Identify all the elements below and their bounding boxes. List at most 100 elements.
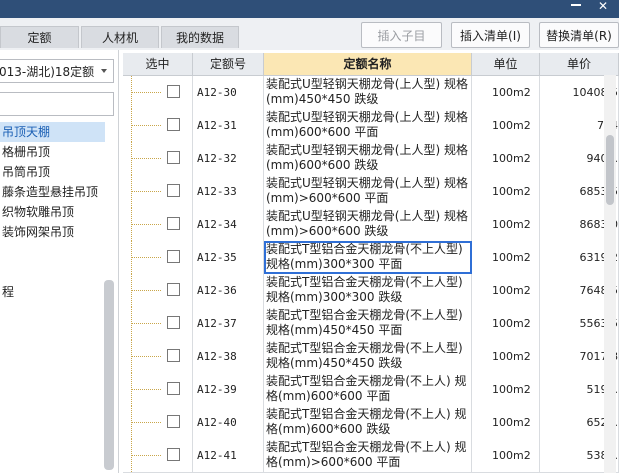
header-name[interactable]: 定额名称	[264, 53, 472, 75]
insert-list-button[interactable]: 插入清单(I)	[451, 22, 530, 48]
left-panel: 013-湖北)18定额 吊顶天棚 格栅吊顶 吊筒吊顶 藤条造型悬挂吊顶 织物软雕…	[0, 50, 119, 473]
tab-my-data[interactable]: 我的数据	[161, 26, 239, 48]
select-cell	[123, 406, 193, 439]
quota-name[interactable]: 装配式T型铝合金天棚龙骨(不上人型) 规格(mm)450*450 平面	[264, 307, 472, 340]
row-checkbox[interactable]	[167, 448, 180, 461]
tree-connector	[131, 224, 161, 225]
quota-code: A12-39	[193, 373, 264, 406]
quota-unit: 100m2	[472, 109, 540, 142]
quota-code: A12-31	[193, 109, 264, 142]
tree-item-blank-1	[0, 242, 105, 262]
tree-item-net-frame-ceiling[interactable]: 装饰网架吊顶	[0, 222, 105, 242]
table-row[interactable]: A12-37 装配式T型铝合金天棚龙骨(不上人型) 规格(mm)450*450 平…	[123, 307, 619, 341]
search-input[interactable]	[0, 92, 114, 116]
quota-code: A12-40	[193, 406, 264, 439]
quota-grid: 选中 定额号 定额名称 单位 单价 A12-30 装配式U型轻钢天棚龙骨(上人型)…	[123, 53, 619, 473]
row-checkbox[interactable]	[167, 415, 180, 428]
select-cell	[123, 340, 193, 373]
select-cell	[123, 142, 193, 175]
quota-name[interactable]: 装配式T型铝合金天棚龙骨(不上人型) 规格(mm)300*300 平面	[264, 241, 472, 274]
table-row[interactable]: A12-39 装配式T型铝合金天棚龙骨(不上人) 规格(mm)600*600 平面…	[123, 373, 619, 407]
row-checkbox[interactable]	[167, 316, 180, 329]
tree-connector	[131, 290, 161, 291]
quota-unit: 100m2	[472, 340, 540, 373]
quota-code: A12-37	[193, 307, 264, 340]
row-checkbox[interactable]	[167, 184, 180, 197]
row-checkbox[interactable]	[167, 151, 180, 164]
row-checkbox[interactable]	[167, 382, 180, 395]
quota-code: A12-41	[193, 439, 264, 472]
table-row[interactable]: A12-33 装配式U型轻钢天棚龙骨(上人型) 规格(mm)>600*600 平面…	[123, 175, 619, 209]
table-row[interactable]: A12-38 装配式T型铝合金天棚龙骨(不上人型) 规格(mm)450*450 跌…	[123, 340, 619, 374]
tree-connector	[131, 422, 161, 423]
quota-name[interactable]: 装配式U型轻钢天棚龙骨(上人型) 规格(mm)450*450 跌级	[264, 76, 472, 109]
row-checkbox[interactable]	[167, 349, 180, 362]
row-checkbox[interactable]	[167, 250, 180, 263]
table-row[interactable]: A12-41 装配式T型铝合金天棚龙骨(不上人) 规格(mm)>600*600 平…	[123, 439, 619, 473]
quota-name[interactable]: 装配式U型轻钢天棚龙骨(上人型) 规格(mm)>600*600 平面	[264, 175, 472, 208]
select-cell	[123, 175, 193, 208]
select-cell	[123, 241, 193, 274]
quota-name[interactable]: 装配式T型铝合金天棚龙骨(不上人) 规格(mm)600*600 平面	[264, 373, 472, 406]
quota-name[interactable]: 装配式T型铝合金天棚龙骨(不上人型) 规格(mm)450*450 跌级	[264, 340, 472, 373]
tree-item-fabric-ceiling[interactable]: 织物软雕吊顶	[0, 202, 105, 222]
row-checkbox[interactable]	[167, 217, 180, 230]
window-close-icon[interactable]: ✕	[598, 0, 608, 12]
table-row[interactable]: A12-31 装配式U型轻钢天棚龙骨(上人型) 规格(mm)600*600 平面 1…	[123, 109, 619, 143]
tree-item-rattan-ceiling[interactable]: 藤条造型悬挂吊顶	[0, 182, 105, 202]
tab-labor-material-machine[interactable]: 人材机	[81, 26, 159, 48]
quota-unit: 100m2	[472, 142, 540, 175]
quota-name[interactable]: 装配式U型轻钢天棚龙骨(上人型) 规格(mm)>600*600 跌级	[264, 208, 472, 241]
grid-header: 选中 定额号 定额名称 单位 单价	[123, 53, 619, 76]
left-scrollbar[interactable]	[104, 280, 114, 470]
tree-item-grille-ceiling[interactable]: 格栅吊顶	[0, 142, 105, 162]
quota-unit: 100m2	[472, 76, 540, 109]
tree-item-ceiling[interactable]: 吊顶天棚	[0, 122, 105, 142]
quota-code: A12-33	[193, 175, 264, 208]
window-minimize-icon[interactable]	[571, 4, 581, 6]
quota-name[interactable]: 装配式U型轻钢天棚龙骨(上人型) 规格(mm)600*600 平面	[264, 109, 472, 142]
category-tree: 吊顶天棚 格栅吊顶 吊筒吊顶 藤条造型悬挂吊顶 织物软雕吊顶 装饰网架吊顶 程	[0, 122, 105, 302]
quota-code: A12-32	[193, 142, 264, 175]
select-cell	[123, 109, 193, 142]
insert-child-button[interactable]: 插入子目	[361, 22, 442, 48]
header-price[interactable]: 单价	[540, 53, 619, 75]
header-unit[interactable]: 单位	[472, 53, 540, 75]
quota-code: A12-34	[193, 208, 264, 241]
quota-unit: 100m2	[472, 241, 540, 274]
tree-connector	[131, 158, 161, 159]
quota-unit: 100m2	[472, 274, 540, 307]
tree-connector	[131, 323, 161, 324]
quota-library-select[interactable]: 013-湖北)18定额	[0, 59, 114, 83]
row-checkbox[interactable]	[167, 118, 180, 131]
quota-name[interactable]: 装配式T型铝合金天棚龙骨(不上人) 规格(mm)>600*600 平面	[264, 439, 472, 472]
header-code[interactable]: 定额号	[193, 53, 264, 75]
replace-list-button[interactable]: 替换清单(R)	[539, 22, 619, 48]
select-cell	[123, 76, 193, 109]
tree-connector	[131, 125, 161, 126]
table-row[interactable]: A12-40 装配式T型铝合金天棚龙骨(不上人) 规格(mm)600*600 跌级…	[123, 406, 619, 440]
tree-connector	[131, 92, 161, 93]
table-row[interactable]: A12-30 装配式U型轻钢天棚龙骨(上人型) 规格(mm)450*450 跌级 1…	[123, 76, 619, 110]
table-row[interactable]: A12-32 装配式U型轻钢天棚龙骨(上人型) 规格(mm)600*600 跌级 1…	[123, 142, 619, 176]
quota-name[interactable]: 装配式U型轻钢天棚龙骨(上人型) 规格(mm)600*600 跌级	[264, 142, 472, 175]
tree-connector	[131, 455, 161, 456]
table-row[interactable]: A12-35 装配式T型铝合金天棚龙骨(不上人型) 规格(mm)300*300 平…	[123, 241, 619, 275]
quota-name[interactable]: 装配式T型铝合金天棚龙骨(不上人) 规格(mm)600*600 跌级	[264, 406, 472, 439]
row-checkbox[interactable]	[167, 85, 180, 98]
tree-connector	[131, 389, 161, 390]
tree-item-project[interactable]: 程	[0, 282, 105, 302]
tree-connector	[131, 356, 161, 357]
table-row[interactable]: A12-34 装配式U型轻钢天棚龙骨(上人型) 规格(mm)>600*600 跌级…	[123, 208, 619, 242]
row-checkbox[interactable]	[167, 283, 180, 296]
select-cell	[123, 439, 193, 472]
grid-scrollbar-thumb[interactable]	[606, 135, 614, 205]
quota-code: A12-38	[193, 340, 264, 373]
table-row[interactable]: A12-36 装配式T型铝合金天棚龙骨(不上人型) 规格(mm)300*300 跌…	[123, 274, 619, 308]
tree-item-blank-2	[0, 262, 105, 282]
header-select[interactable]: 选中	[123, 53, 193, 75]
tree-item-tube-ceiling[interactable]: 吊筒吊顶	[0, 162, 105, 182]
quota-name[interactable]: 装配式T型铝合金天棚龙骨(不上人型) 规格(mm)300*300 跌级	[264, 274, 472, 307]
tab-quota[interactable]: 定额	[0, 26, 79, 48]
grid-scrollbar[interactable]	[604, 75, 616, 473]
